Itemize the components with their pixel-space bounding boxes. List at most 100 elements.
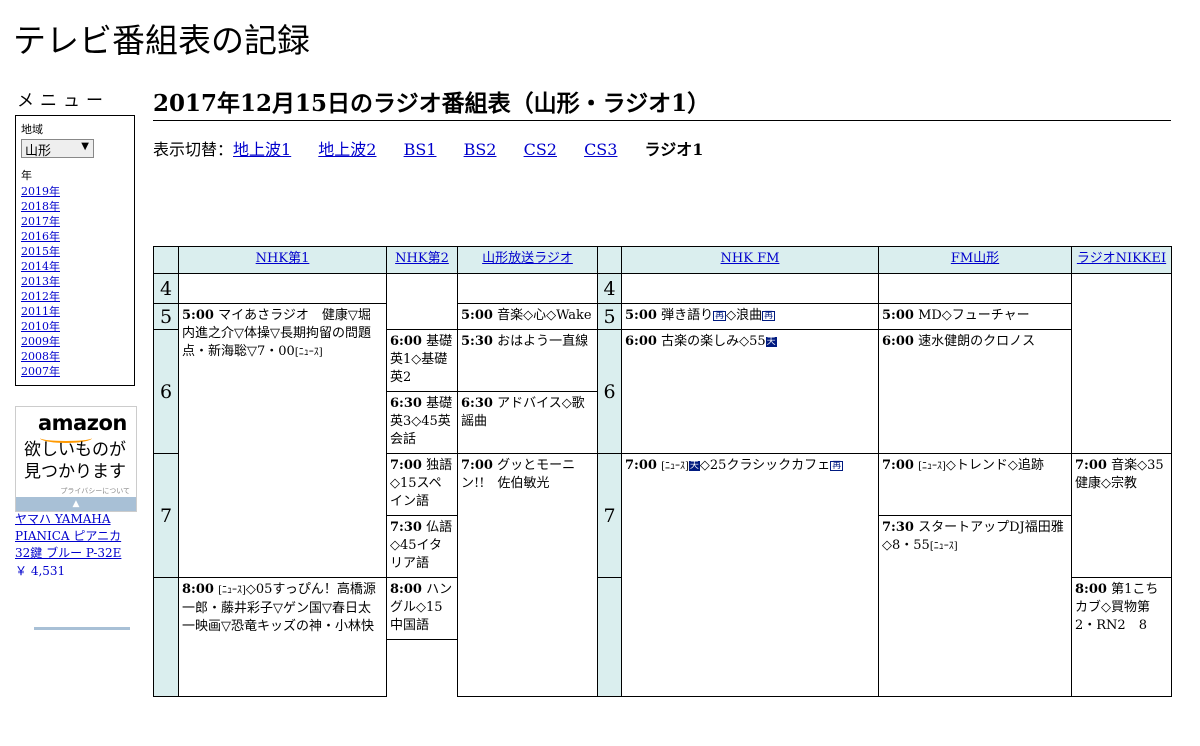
program-cell[interactable]: 7:00 [ﾆｭｰｽ]◇トレンド◇追跡 xyxy=(878,453,1072,516)
channel-header-ybc: 山形放送ラジオ xyxy=(457,246,598,274)
hour-header-left xyxy=(153,246,179,274)
program-cell[interactable]: 6:30 基礎英3◇45英会話 xyxy=(386,391,458,454)
program-title: 古楽の楽しみ◇55 xyxy=(661,334,766,349)
program-cell[interactable]: 7:00 [ﾆｭｰｽ]天◇25クラシックカフェ再 xyxy=(621,453,879,697)
news-tag: [ﾆｭｰｽ] xyxy=(218,585,246,596)
channel-link-nikkei[interactable]: ラジオNIKKEI xyxy=(1077,251,1166,266)
hour-header-mid xyxy=(597,246,622,274)
rerun-badge-icon: 再 xyxy=(762,311,776,321)
channel-link-ybc[interactable]: 山形放送ラジオ xyxy=(482,251,573,266)
product-link[interactable]: ヤマハ YAMAHA PIANICA ピアニカ 32鍵 ブルー P-32E xyxy=(15,511,137,562)
year-link-2018[interactable]: 2018年 xyxy=(21,200,60,213)
program-cell[interactable]: 7:00 グッとモーニン!! 佐伯敏光 xyxy=(457,453,598,697)
list-item: 2013年 xyxy=(21,274,129,289)
program-time: 5:00 xyxy=(182,308,214,323)
program-time: 7:30 xyxy=(390,520,422,535)
program-time: 6:00 xyxy=(625,334,657,349)
program-cell-empty xyxy=(178,273,387,304)
weather-badge-icon: 天 xyxy=(688,461,700,471)
year-link-2009[interactable]: 2009年 xyxy=(21,335,60,348)
program-time: 7:30 xyxy=(882,520,914,535)
channel-header-nhkfm: NHK FM xyxy=(621,246,879,274)
program-title: 音楽◇心◇Wake xyxy=(497,308,592,323)
program-cell[interactable]: 6:00 速水健朗のクロノス xyxy=(878,329,1072,454)
region-select-value: 山形 xyxy=(25,144,52,159)
amazon-logo: amazon xyxy=(38,411,127,435)
hour-label-6: 6 xyxy=(153,329,179,454)
switch-link-cs3[interactable]: CS3 xyxy=(584,140,617,159)
year-link-2019[interactable]: 2019年 xyxy=(21,185,60,198)
amazon-ad-banner[interactable]: amazon 欲しいものが見つかります プライバシーについて ▲ xyxy=(15,406,137,512)
program-title: 弾き語り xyxy=(661,308,714,323)
program-title: ◇トレンド◇追跡 xyxy=(945,458,1044,473)
program-time: 7:00 xyxy=(1075,458,1107,473)
sidebar: メニュー 地域 山形 ▼ 年 2019年 2018年 2017年 2016年 2… xyxy=(15,86,135,386)
program-cell[interactable]: 8:00 [ﾆｭｰｽ]◇05すっぴん！高橋源一郎・藤井彩子▽ゲン国▽春日太一映画… xyxy=(178,577,387,697)
amazon-expand-bar[interactable]: ▲ xyxy=(16,497,136,511)
channel-link-nhk1[interactable]: NHK第1 xyxy=(256,251,310,266)
program-cell[interactable]: 5:30 おはよう一直線 xyxy=(457,329,598,392)
channel-link-nhk2[interactable]: NHK第2 xyxy=(395,251,449,266)
year-list: 2019年 2018年 2017年 2016年 2015年 2014年 2013… xyxy=(21,184,129,379)
program-cell[interactable]: 7:00 音楽◇35健康◇宗教 xyxy=(1071,453,1172,578)
program-cell[interactable]: 5:00 音楽◇心◇Wake xyxy=(457,303,598,330)
list-item: 2010年 xyxy=(21,319,129,334)
program-cell[interactable]: 7:00 独語◇15スペイン語 xyxy=(386,453,458,516)
program-cell[interactable]: 7:30 スタートアップDJ福田雅◇8・55[ﾆｭｰｽ] xyxy=(878,515,1072,697)
program-cell[interactable]: 7:30 仏語◇45イタリア語 xyxy=(386,515,458,578)
list-item: 2014年 xyxy=(21,259,129,274)
year-link-2007[interactable]: 2007年 xyxy=(21,365,60,378)
program-cell[interactable]: 6:30 アドバイス◇歌謡曲 xyxy=(457,391,598,454)
switch-link-bs2[interactable]: BS2 xyxy=(464,140,497,159)
list-item: 2009年 xyxy=(21,334,129,349)
year-link-2017[interactable]: 2017年 xyxy=(21,215,60,228)
rerun-badge-icon: 再 xyxy=(713,311,727,321)
program-title: MD◇フューチャー xyxy=(918,308,1030,323)
amazon-privacy-link[interactable]: プライバシーについて xyxy=(60,486,130,496)
program-time: 6:00 xyxy=(882,334,914,349)
year-link-2008[interactable]: 2008年 xyxy=(21,350,60,363)
program-cell[interactable]: 5:00 弾き語り再 ◇浪曲再 xyxy=(621,303,879,330)
switch-link-bs1[interactable]: BS1 xyxy=(404,140,437,159)
program-cell[interactable]: 8:00 ハングル◇15中国語 xyxy=(386,577,458,640)
hour-label-8-mid xyxy=(597,577,622,697)
hour-label-5: 5 xyxy=(153,303,179,330)
channel-header-fmyamagata: FM山形 xyxy=(878,246,1072,274)
year-link-2010[interactable]: 2010年 xyxy=(21,320,60,333)
program-cell[interactable]: 5:00 マイあさラジオ 健康▽堀内進之介▽体操▽長期拘留の問題点・新海聡▽7・… xyxy=(178,303,387,578)
view-switcher: 表示切替：地上波1 地上波2 BS1 BS2 CS2 CS3 ラジオ1 xyxy=(153,136,725,160)
program-time: 7:00 xyxy=(882,458,914,473)
list-item: 2011年 xyxy=(21,304,129,319)
region-select[interactable]: 山形 ▼ xyxy=(21,139,94,159)
switch-link-terrestrial1[interactable]: 地上波1 xyxy=(233,140,291,159)
channel-link-fmyamagata[interactable]: FM山形 xyxy=(951,251,999,266)
switch-link-cs2[interactable]: CS2 xyxy=(524,140,557,159)
program-title: 速水健朗のクロノス xyxy=(918,334,1036,349)
program-cell[interactable]: 5:00 MD◇フューチャー xyxy=(878,303,1072,330)
region-label: 地域 xyxy=(21,123,43,136)
switch-link-terrestrial2[interactable]: 地上波2 xyxy=(318,140,376,159)
year-link-2014[interactable]: 2014年 xyxy=(21,260,60,273)
news-tag: [ﾆｭｰｽ] xyxy=(294,347,323,358)
program-cell-empty xyxy=(457,273,598,304)
menu-heading: メニュー xyxy=(17,91,109,111)
year-link-2011[interactable]: 2011年 xyxy=(21,305,60,318)
program-title: おはよう一直線 xyxy=(497,334,589,349)
year-link-2013[interactable]: 2013年 xyxy=(21,275,60,288)
page-title: 2017年12月15日のラジオ番組表（山形・ラジオ1） xyxy=(153,84,1171,121)
channel-link-nhkfm[interactable]: NHK FM xyxy=(721,251,780,266)
year-link-2016[interactable]: 2016年 xyxy=(21,230,60,243)
menu-box: 地域 山形 ▼ 年 2019年 2018年 2017年 2016年 2015年 … xyxy=(15,115,135,386)
channel-header-nikkei: ラジオNIKKEI xyxy=(1071,246,1172,274)
program-time: 6:30 xyxy=(390,396,422,411)
program-cell[interactable]: 6:00 基礎英1◇基礎英2 xyxy=(386,329,458,392)
list-item: 2015年 xyxy=(21,244,129,259)
hour-label-7-mid: 7 xyxy=(597,453,622,578)
year-link-2012[interactable]: 2012年 xyxy=(21,290,60,303)
program-time: 7:00 xyxy=(625,458,657,473)
year-link-2015[interactable]: 2015年 xyxy=(21,245,60,258)
program-time: 5:00 xyxy=(625,308,657,323)
program-cell[interactable]: 8:00 第1こちカブ◇買物第2・RN2 8 xyxy=(1071,577,1172,697)
list-item: 2016年 xyxy=(21,229,129,244)
program-cell[interactable]: 6:00 古楽の楽しみ◇55天 xyxy=(621,329,879,454)
